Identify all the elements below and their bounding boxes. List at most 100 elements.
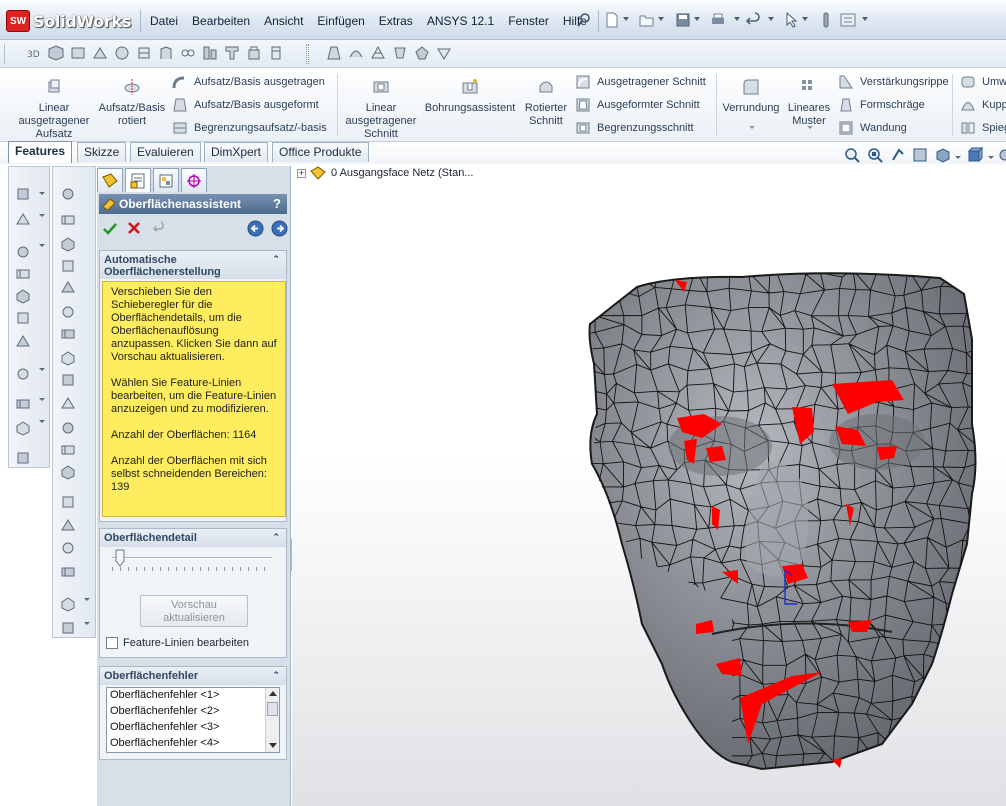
feature-icon-2[interactable]	[92, 45, 108, 61]
feature-icon-6[interactable]	[180, 45, 196, 61]
help-button[interactable]: ?	[273, 196, 281, 211]
new-dropdown-icon[interactable]	[623, 17, 629, 21]
swept-cut-button[interactable]: Ausgetragener Schnitt	[575, 74, 706, 90]
feature-tool-icon-1[interactable]	[60, 186, 76, 202]
section-view-icon[interactable]	[911, 146, 929, 164]
select-arrow-icon[interactable]	[783, 12, 799, 28]
tool-dropdown-icon[interactable]	[39, 214, 45, 217]
pattern-dropdown-icon[interactable]	[807, 126, 813, 129]
sketch-tool-icon-9[interactable]	[15, 396, 31, 412]
print-dropdown-icon[interactable]	[734, 17, 740, 21]
graphics-area[interactable]	[292, 164, 1006, 806]
shell-button[interactable]: Wandung	[838, 120, 907, 136]
feature-tool-icon-5[interactable]	[60, 280, 76, 296]
feature-tool-icon-19[interactable]	[60, 620, 76, 636]
draft-button[interactable]: Formschräge	[838, 97, 925, 113]
extruded-cut-button[interactable]: Linear ausgetragener Schnitt	[342, 78, 420, 141]
undo-icon[interactable]	[746, 12, 762, 28]
revolved-cut-button[interactable]: Rotierter Schnitt	[520, 78, 572, 128]
feature-tool-icon-6[interactable]	[60, 304, 76, 320]
feature-manager-tab[interactable]	[97, 168, 123, 192]
menu-einfuegen[interactable]: Einfügen	[310, 12, 371, 30]
sketch-tool-icon-8[interactable]	[15, 366, 31, 382]
tool-dropdown-icon[interactable]	[39, 398, 45, 401]
display-style-icon[interactable]	[966, 146, 984, 164]
dimxpert-manager-tab[interactable]	[181, 168, 207, 192]
feature-tool-icon-17[interactable]	[60, 564, 76, 580]
boundary-boss-button[interactable]: Begrenzungsaufsatz/-basis	[172, 120, 327, 136]
tool-dropdown-icon[interactable]	[39, 420, 45, 423]
surface-detail-group-header[interactable]: Oberflächendetail ⌃	[100, 529, 286, 547]
sketch-tool-icon-6[interactable]	[15, 310, 31, 326]
undo-dropdown-icon[interactable]	[768, 17, 774, 21]
surface-detail-slider[interactable]	[112, 557, 272, 559]
3d-sketch-icon[interactable]: 3D	[26, 45, 42, 61]
checkbox-box[interactable]	[106, 637, 118, 649]
feature-tool-icon-7[interactable]	[60, 326, 76, 342]
scroll-down-icon[interactable]	[269, 743, 277, 748]
auto-surface-group-header[interactable]: Automatische Oberflächenerstellung ⌃	[100, 251, 286, 279]
feature-tool-icon-9[interactable]	[60, 372, 76, 388]
surface-icon-2[interactable]	[348, 45, 364, 61]
menu-extras[interactable]: Extras	[372, 12, 420, 30]
feature-tool-icon-12[interactable]	[60, 442, 76, 458]
back-arrow-icon[interactable]	[247, 220, 264, 237]
linear-pattern-button[interactable]: Lineares Muster	[786, 78, 832, 128]
feature-tool-icon-4[interactable]	[60, 258, 76, 274]
feature-tool-icon-16[interactable]	[60, 540, 76, 556]
zoom-area-icon[interactable]	[866, 146, 884, 164]
list-item[interactable]: Oberflächenfehler <4>	[107, 736, 279, 752]
list-item[interactable]: Oberflächenfehler <2>	[107, 704, 279, 720]
print-icon[interactable]	[710, 12, 726, 28]
cancel-x-icon[interactable]	[127, 221, 141, 235]
save-dropdown-icon[interactable]	[694, 17, 700, 21]
tab-office-produkte[interactable]: Office Produkte	[272, 142, 369, 162]
list-scrollbar[interactable]	[265, 688, 279, 752]
undo-disabled-icon[interactable]	[153, 221, 167, 235]
save-icon[interactable]	[675, 12, 691, 28]
boundary-cut-button[interactable]: Begrenzungsschnitt	[575, 120, 694, 136]
tool-dropdown-icon[interactable]	[39, 192, 45, 195]
sketch-tool-icon-7[interactable]	[15, 334, 31, 350]
view-orientation-icon[interactable]	[934, 146, 952, 164]
zoom-to-fit-icon[interactable]	[843, 146, 861, 164]
swept-boss-button[interactable]: Aufsatz/Basis ausgetragen	[172, 74, 325, 90]
feature-tool-icon-13[interactable]	[60, 464, 76, 480]
extruded-boss-button[interactable]: Linear ausgetragener Aufsatz	[14, 78, 94, 141]
menu-datei[interactable]: Datei	[144, 12, 185, 30]
feature-tool-icon-3[interactable]	[60, 236, 76, 252]
hole-wizard-button[interactable]: Bohrungsassistent	[424, 78, 516, 115]
slider-thumb[interactable]	[115, 549, 125, 567]
mesh-face-model[interactable]	[292, 164, 1006, 806]
edit-feature-lines-checkbox[interactable]: Feature-Linien bearbeiten	[106, 637, 249, 649]
collapse-chevron-icon[interactable]: ⌃	[272, 531, 280, 543]
configuration-manager-tab[interactable]	[153, 168, 179, 192]
next-arrow-icon[interactable]	[271, 220, 288, 237]
wrap-button[interactable]: Umwi	[960, 74, 1006, 90]
feature-icon-1[interactable]	[70, 45, 86, 61]
scroll-up-icon[interactable]	[269, 691, 277, 696]
toolbar-grip[interactable]	[306, 44, 309, 64]
surface-errors-group-header[interactable]: Oberflächenfehler ⌃	[100, 667, 286, 685]
tab-dimxpert[interactable]: DimXpert	[204, 142, 269, 162]
rebuild-icon[interactable]	[818, 12, 834, 28]
surface-icon-5[interactable]	[414, 45, 430, 61]
feature-tool-icon-8[interactable]	[60, 350, 76, 366]
menu-ansicht[interactable]: Ansicht	[257, 12, 310, 30]
tab-skizze[interactable]: Skizze	[77, 142, 127, 162]
solidworks-logo[interactable]: SW SolidWorks	[6, 8, 131, 34]
feature-tool-icon-14[interactable]	[60, 494, 76, 510]
surface-icon-4[interactable]	[392, 45, 408, 61]
tool-dropdown-icon[interactable]	[39, 244, 45, 247]
view-orientation-dropdown-icon[interactable]	[955, 156, 961, 159]
select-dropdown-icon[interactable]	[802, 17, 808, 21]
open-folder-icon[interactable]	[639, 12, 655, 28]
feature-icon-4[interactable]	[136, 45, 152, 61]
feature-icon-7[interactable]	[202, 45, 218, 61]
sketch-tool-icon-5[interactable]	[15, 288, 31, 304]
tab-features[interactable]: Features	[8, 141, 73, 163]
collapse-chevron-icon[interactable]: ⌃	[272, 253, 280, 265]
menu-ansys[interactable]: ANSYS 12.1	[420, 12, 501, 30]
sketch-tool-icon-10[interactable]	[15, 420, 31, 436]
tab-evaluieren[interactable]: Evaluieren	[130, 142, 201, 162]
